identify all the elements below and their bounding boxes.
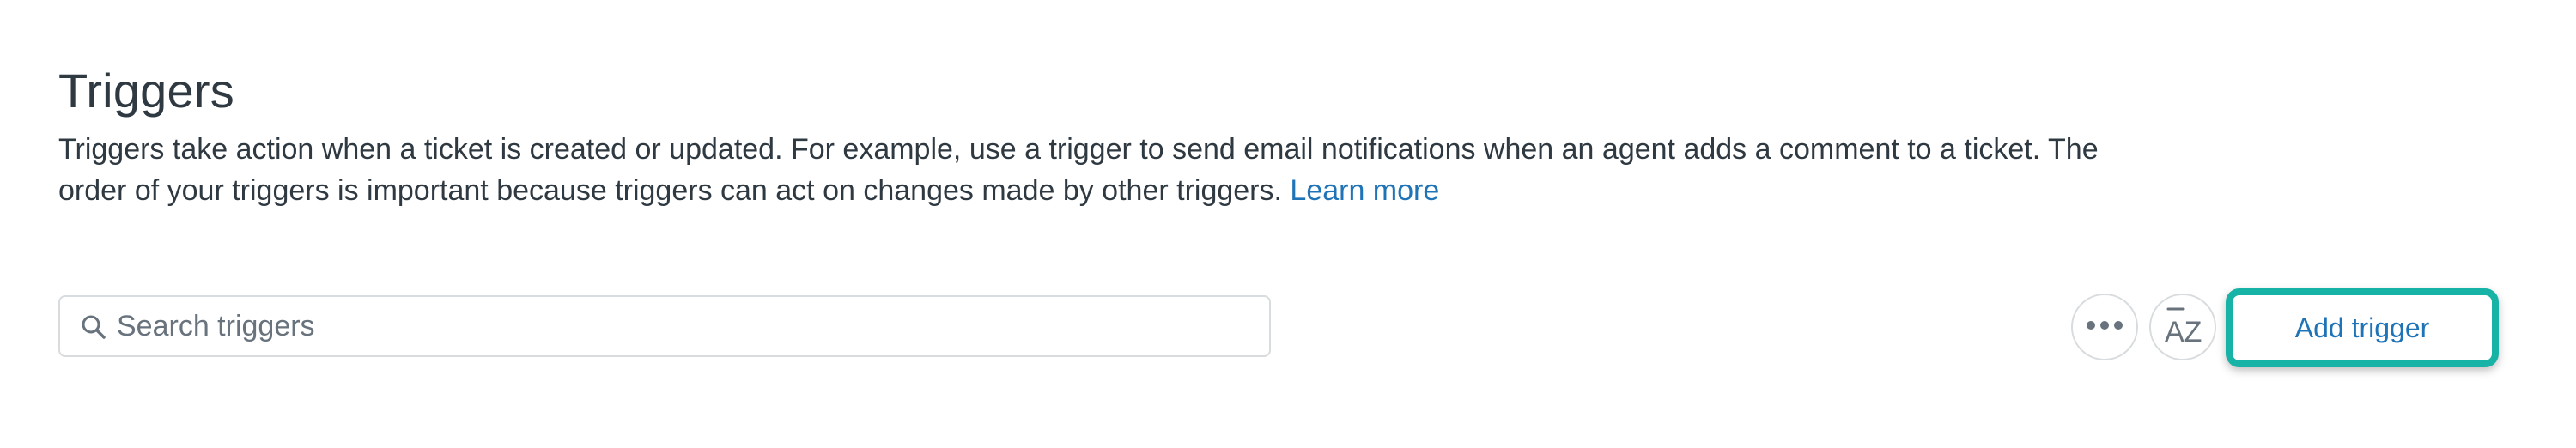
sort-az-label: AZ [2165,316,2202,345]
search-box[interactable] [58,295,1271,357]
more-options-button[interactable] [2071,294,2138,360]
add-trigger-highlight: Add trigger [2226,288,2499,367]
page-title: Triggers [58,64,234,118]
learn-more-link[interactable]: Learn more [1290,174,1439,207]
search-icon [81,314,106,340]
sort-button[interactable]: AZ [2149,294,2216,360]
description-text: Triggers take action when a ticket is cr… [58,133,2099,207]
add-trigger-button[interactable]: Add trigger [2239,302,2485,354]
search-input[interactable] [117,297,1250,355]
sort-az-icon: AZ [2164,306,2202,349]
more-horizontal-icon [2086,319,2123,335]
page-description: Triggers take action when a ticket is cr… [58,129,2145,211]
